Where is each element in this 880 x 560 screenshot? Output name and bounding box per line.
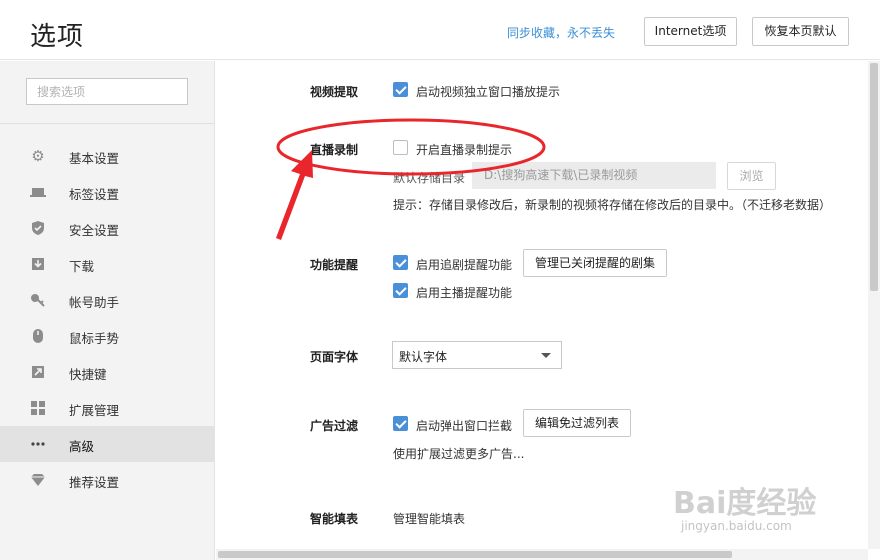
- live-record-section-title: 直播录制: [310, 143, 359, 157]
- restore-defaults-button[interactable]: 恢复本页默认: [752, 17, 849, 46]
- search-options-input[interactable]: [26, 78, 188, 105]
- watermark-brand: Bai度经验: [673, 486, 817, 521]
- sidebar-item-label: 下载: [69, 259, 95, 274]
- live-record-checkbox[interactable]: [393, 140, 408, 155]
- vertical-scrollbar[interactable]: [868, 61, 880, 549]
- drama-reminder-checkbox[interactable]: [393, 255, 408, 270]
- font-section-title: 页面字体: [310, 350, 359, 364]
- sidebar-item-label: 推荐设置: [69, 475, 120, 490]
- sidebar-item-label: 高级: [69, 439, 95, 454]
- popup-block-label: 启动弹出窗口拦截: [416, 419, 513, 433]
- streamer-reminder-label: 启用主播提醒功能: [416, 286, 513, 300]
- video-popup-checkbox[interactable]: [393, 82, 408, 97]
- sidebar-item-label: 快捷键: [69, 367, 107, 382]
- video-section-title: 视频提取: [310, 85, 359, 99]
- chevron-down-icon: [541, 353, 551, 358]
- popup-block-checkbox[interactable]: [393, 416, 408, 431]
- sidebar-item-label: 帐号助手: [69, 295, 120, 310]
- shield-icon: [30, 220, 46, 236]
- download-icon: [30, 256, 46, 272]
- autofill-section-title: 智能填表: [310, 512, 359, 526]
- diamond-icon: [30, 472, 46, 488]
- internet-options-button[interactable]: Internet选项: [644, 17, 737, 46]
- feature-reminder-section-title: 功能提醒: [310, 258, 359, 272]
- sync-favorites-link[interactable]: 同步收藏，永不丢失: [507, 24, 615, 41]
- storage-path-field[interactable]: D:\搜狗高速下载\已录制视频: [472, 162, 716, 189]
- shortcut-icon: [30, 364, 46, 380]
- horizontal-scrollbar[interactable]: [216, 549, 868, 560]
- drama-reminder-label: 启用追剧提醒功能: [416, 258, 513, 272]
- sidebar-item-security[interactable]: 安全设置: [0, 210, 214, 246]
- font-select[interactable]: 默认字体: [392, 341, 562, 369]
- sidebar-item-label: 扩展管理: [69, 403, 120, 418]
- key-icon: [30, 292, 46, 308]
- streamer-reminder-checkbox[interactable]: [393, 283, 408, 298]
- watermark: Bai度经验 jingyan.baidu.com: [673, 478, 873, 548]
- sidebar-item-shortcuts[interactable]: 快捷键: [0, 354, 214, 390]
- vertical-scroll-thumb[interactable]: [870, 63, 878, 291]
- horizontal-scroll-thumb[interactable]: [218, 551, 732, 558]
- sidebar-item-download[interactable]: 下载: [0, 246, 214, 282]
- manage-autofill-link[interactable]: 管理智能填表: [393, 510, 465, 527]
- sidebar-item-basic[interactable]: ⚙ 基本设置: [0, 138, 214, 174]
- page-title: 选项: [30, 22, 85, 52]
- tab-icon: [30, 184, 46, 200]
- extensions-icon: [30, 400, 46, 416]
- storage-dir-label: 默认存储目录: [393, 171, 466, 185]
- mouse-icon: [30, 328, 46, 344]
- settings-content: 视频提取 启动视频独立窗口播放提示 直播录制 开启直播录制提示 默认存储目录 D…: [216, 61, 868, 549]
- sidebar-item-label: 标签设置: [69, 187, 120, 202]
- sidebar-divider: [0, 123, 214, 124]
- video-popup-label: 启动视频独立窗口播放提示: [416, 85, 561, 99]
- gear-icon: ⚙: [31, 147, 45, 165]
- ad-filter-section-title: 广告过滤: [310, 419, 359, 433]
- font-select-value: 默认字体: [399, 350, 448, 364]
- browse-button[interactable]: 浏览: [727, 162, 776, 190]
- sidebar-item-mouse-gesture[interactable]: 鼠标手势: [0, 318, 214, 354]
- sidebar-item-label: 基本设置: [69, 151, 120, 166]
- edit-whitelist-button[interactable]: 编辑免过滤列表: [523, 409, 631, 437]
- sidebar-item-extensions[interactable]: 扩展管理: [0, 390, 214, 426]
- watermark-url: jingyan.baidu.com: [681, 519, 792, 533]
- extension-filter-link[interactable]: 使用扩展过滤更多广告...: [393, 445, 524, 462]
- options-header: 选项 同步收藏，永不丢失 Internet选项 恢复本页默认: [0, 0, 880, 60]
- sidebar-item-advanced[interactable]: 高级: [0, 426, 214, 462]
- sidebar-item-tabs[interactable]: 标签设置: [0, 174, 214, 210]
- live-record-label: 开启直播录制提示: [416, 143, 513, 157]
- sidebar-item-recommended[interactable]: 推荐设置: [0, 462, 214, 498]
- storage-hint: 提示：存储目录修改后，新录制的视频将存储在修改后的目录中。（不迁移老数据）: [393, 198, 832, 212]
- sidebar-item-label: 鼠标手势: [69, 331, 120, 346]
- manage-closed-reminders-button[interactable]: 管理已关闭提醒的剧集: [523, 249, 667, 277]
- sidebar: ⚙ 基本设置 标签设置 安全设置 下载 帐号助手 鼠标手势 快捷键: [0, 61, 215, 560]
- more-icon: [30, 436, 46, 452]
- sidebar-item-account[interactable]: 帐号助手: [0, 282, 214, 318]
- sidebar-item-label: 安全设置: [69, 223, 120, 238]
